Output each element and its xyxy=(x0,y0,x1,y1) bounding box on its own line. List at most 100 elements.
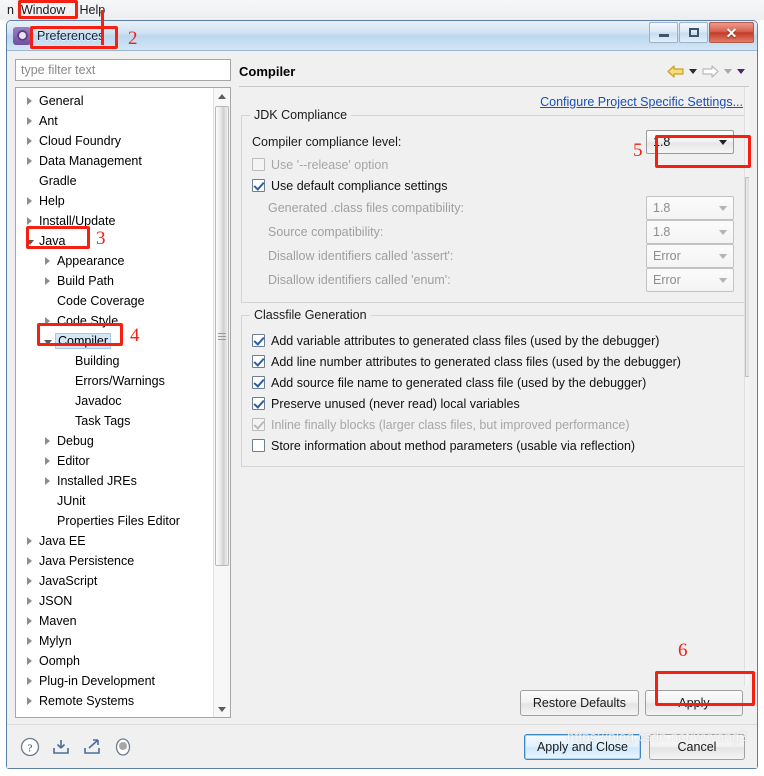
menu-item-run[interactable]: n xyxy=(0,1,14,19)
compiler-compliance-combo[interactable]: 1.8 xyxy=(646,130,734,154)
tree-item-building[interactable]: Building xyxy=(16,351,213,371)
use-default-compliance-checkbox[interactable] xyxy=(252,179,265,192)
tree-item-code-style[interactable]: Code Style xyxy=(16,311,213,331)
back-arrow-icon[interactable] xyxy=(667,65,684,78)
chevron-right-icon[interactable] xyxy=(22,657,37,665)
tree-item-debug[interactable]: Debug xyxy=(16,431,213,451)
scroll-thumb[interactable] xyxy=(215,106,229,566)
restore-defaults-button[interactable]: Restore Defaults xyxy=(519,690,639,716)
dialog-titlebar[interactable]: Preferences ✕ xyxy=(7,21,757,51)
tree-item-mylyn[interactable]: Mylyn xyxy=(16,631,213,651)
chevron-right-icon[interactable] xyxy=(22,617,37,625)
classfile-option-row[interactable]: Add variable attributes to generated cla… xyxy=(252,330,734,351)
chevron-right-icon[interactable] xyxy=(22,557,37,565)
tree-item-maven[interactable]: Maven xyxy=(16,611,213,631)
tree-item-json[interactable]: JSON xyxy=(16,591,213,611)
chevron-right-icon[interactable] xyxy=(40,477,55,485)
classfile-option-row[interactable]: Store information about method parameter… xyxy=(252,435,734,456)
dialog-title: Preferences xyxy=(37,28,105,43)
classfile-option-checkbox[interactable] xyxy=(252,334,265,347)
chevron-right-icon[interactable] xyxy=(22,117,37,125)
tree-item-java-ee[interactable]: Java EE xyxy=(16,531,213,551)
classfile-option-row[interactable]: Add source file name to generated class … xyxy=(252,372,734,393)
chevron-right-icon[interactable] xyxy=(22,97,37,105)
tree-item-installed-jres[interactable]: Installed JREs xyxy=(16,471,213,491)
tree-item-compiler[interactable]: Compiler xyxy=(16,331,213,351)
tree-item-install-update[interactable]: Install/Update xyxy=(16,211,213,231)
tree-item-java[interactable]: Java xyxy=(16,231,213,251)
use-default-compliance-row[interactable]: Use default compliance settings xyxy=(252,175,734,196)
tree-item-remote-systems[interactable]: Remote Systems xyxy=(16,691,213,711)
view-menu-icon[interactable] xyxy=(737,69,745,74)
chevron-right-icon[interactable] xyxy=(40,257,55,265)
panel-scrollbar[interactable] xyxy=(744,87,749,686)
tree-item-help[interactable]: Help xyxy=(16,191,213,211)
tree-list: General Ant Cloud Foundry Data Management Gr… xyxy=(16,88,213,717)
oomph-icon[interactable] xyxy=(112,736,134,758)
chevron-right-icon[interactable] xyxy=(40,317,55,325)
classfile-option-label: Add source file name to generated class … xyxy=(271,375,647,390)
scroll-down-button[interactable] xyxy=(214,701,230,717)
classfile-option-checkbox[interactable] xyxy=(252,376,265,389)
chevron-right-icon[interactable] xyxy=(40,457,55,465)
chevron-right-icon[interactable] xyxy=(22,677,37,685)
chevron-down-icon[interactable] xyxy=(40,337,55,345)
chevron-right-icon[interactable] xyxy=(22,697,37,705)
tree-item-java-persistence[interactable]: Java Persistence xyxy=(16,551,213,571)
tree-item-general[interactable]: General xyxy=(16,91,213,111)
chevron-right-icon[interactable] xyxy=(40,277,55,285)
minimize-button[interactable] xyxy=(649,22,678,43)
tree-item-oomph[interactable]: Oomph xyxy=(16,651,213,671)
panel-scroll-thumb[interactable] xyxy=(745,177,749,377)
classfile-option-label: Inline finally blocks (larger class file… xyxy=(271,417,630,432)
tree-item-data-management[interactable]: Data Management xyxy=(16,151,213,171)
tree-scrollbar[interactable] xyxy=(213,88,230,717)
import-icon[interactable] xyxy=(50,736,72,758)
tree-item-editor[interactable]: Editor xyxy=(16,451,213,471)
tree-item-cloud-foundry[interactable]: Cloud Foundry xyxy=(16,131,213,151)
chevron-right-icon[interactable] xyxy=(22,217,37,225)
chevron-down-icon[interactable] xyxy=(22,237,37,245)
chevron-right-icon[interactable] xyxy=(22,157,37,165)
filter-input[interactable]: type filter text xyxy=(15,59,231,81)
screenshot-root: n Window Help Preferences ✕ type filter … xyxy=(0,0,764,776)
chevron-right-icon[interactable] xyxy=(22,577,37,585)
tree-item-appearance[interactable]: Appearance xyxy=(16,251,213,271)
help-icon[interactable]: ? xyxy=(19,736,41,758)
back-dropdown-icon[interactable] xyxy=(689,69,697,74)
tree-item-ant[interactable]: Ant xyxy=(16,111,213,131)
tree-item-task-tags[interactable]: Task Tags xyxy=(16,411,213,431)
tree-item-plug-in-development[interactable]: Plug-in Development xyxy=(16,671,213,691)
chevron-right-icon[interactable] xyxy=(40,437,55,445)
tree-item-gradle[interactable]: Gradle xyxy=(16,171,213,191)
tree-item-errors-warnings[interactable]: Errors/Warnings xyxy=(16,371,213,391)
classfile-option-row[interactable]: Preserve unused (never read) local varia… xyxy=(252,393,734,414)
tree-item-build-path[interactable]: Build Path xyxy=(16,271,213,291)
use-release-checkbox[interactable] xyxy=(252,158,265,171)
chevron-right-icon[interactable] xyxy=(22,137,37,145)
tree-item-javadoc[interactable]: Javadoc xyxy=(16,391,213,411)
scroll-up-button[interactable] xyxy=(214,88,230,104)
chevron-right-icon[interactable] xyxy=(22,537,37,545)
use-release-option-row[interactable]: Use '--release' option xyxy=(252,154,734,175)
chevron-right-icon[interactable] xyxy=(22,637,37,645)
menu-item-help[interactable]: Help xyxy=(72,1,112,19)
menu-item-window[interactable]: Window xyxy=(14,1,72,19)
chevron-right-icon[interactable] xyxy=(22,197,37,205)
maximize-button[interactable] xyxy=(679,22,708,43)
apply-button[interactable]: Apply xyxy=(645,690,743,716)
tree-item-label: Data Management xyxy=(39,154,142,168)
annotation-connector xyxy=(101,10,104,45)
export-icon[interactable] xyxy=(81,736,103,758)
classfile-option-row[interactable]: Add line number attributes to generated … xyxy=(252,351,734,372)
classfile-option-checkbox[interactable] xyxy=(252,355,265,368)
chevron-right-icon[interactable] xyxy=(22,597,37,605)
close-button[interactable]: ✕ xyxy=(709,22,754,43)
tree-item-properties-files-editor[interactable]: Properties Files Editor xyxy=(16,511,213,531)
tree-item-javascript[interactable]: JavaScript xyxy=(16,571,213,591)
tree-item-code-coverage[interactable]: Code Coverage xyxy=(16,291,213,311)
tree-item-junit[interactable]: JUnit xyxy=(16,491,213,511)
classfile-option-checkbox[interactable] xyxy=(252,439,265,452)
classfile-option-checkbox[interactable] xyxy=(252,397,265,410)
jdk-row-label: Disallow identifiers called 'enum': xyxy=(268,273,451,287)
